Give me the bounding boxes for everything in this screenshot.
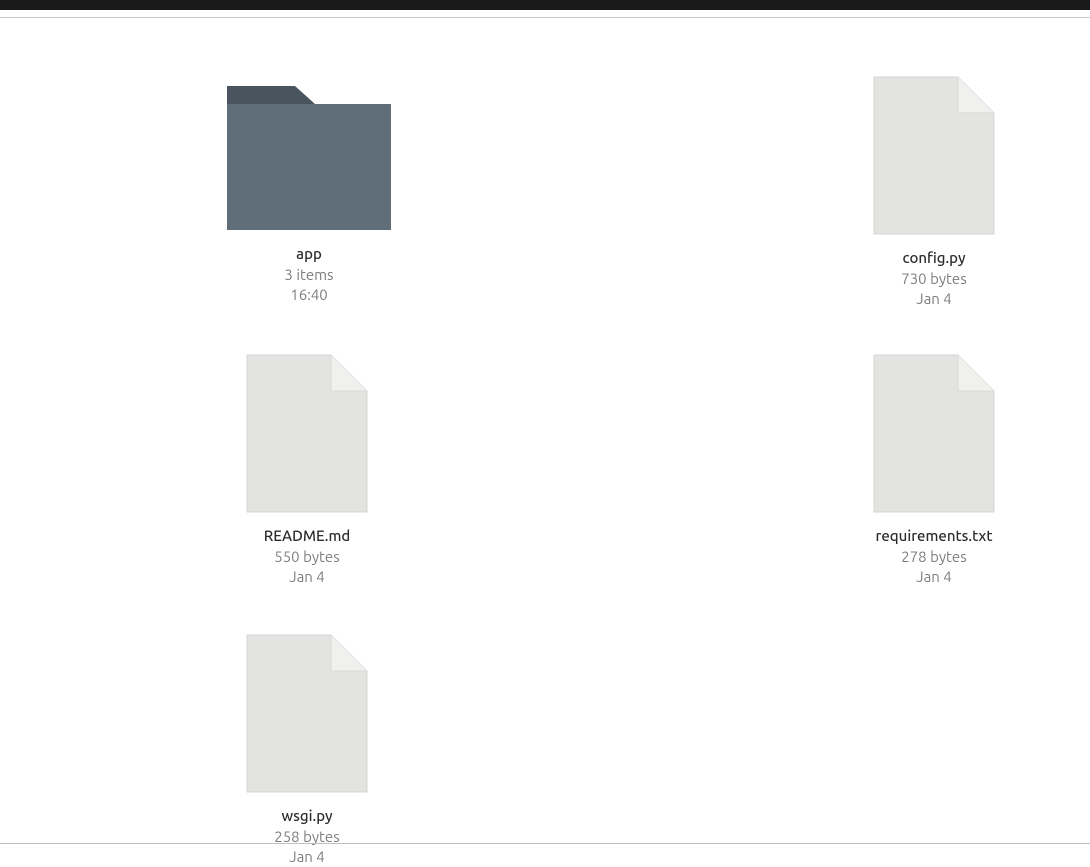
file-item-config[interactable]: config.py 730 bytes Jan 4 [870, 73, 998, 309]
item-name: wsgi.py [281, 806, 332, 826]
item-meta-size: 730 bytes [901, 269, 966, 289]
folder-icon [225, 80, 393, 234]
item-meta-size: 550 bytes [274, 547, 339, 567]
item-name: config.py [902, 248, 965, 268]
file-icon [243, 351, 371, 516]
file-icon [870, 351, 998, 516]
item-meta-date: Jan 4 [916, 289, 952, 309]
item-meta-date: 16:40 [290, 285, 328, 305]
file-item-requirements[interactable]: requirements.txt 278 bytes Jan 4 [870, 351, 998, 587]
file-icon [870, 73, 998, 238]
file-icon [243, 631, 371, 796]
item-meta-date: Jan 4 [916, 567, 952, 587]
file-item-readme[interactable]: README.md 550 bytes Jan 4 [243, 351, 371, 587]
item-meta-size: 3 items [284, 265, 333, 285]
folder-item-app[interactable]: app 3 items 16:40 [225, 80, 393, 305]
top-bar [0, 0, 1090, 10]
item-meta-date: Jan 4 [289, 567, 325, 587]
item-name: app [296, 244, 322, 264]
file-grid: app 3 items 16:40 config.py 730 bytes Ja… [0, 18, 1090, 844]
item-name: README.md [264, 526, 351, 546]
item-meta-size: 278 bytes [901, 547, 966, 567]
item-name: requirements.txt [876, 526, 993, 546]
file-item-wsgi[interactable]: wsgi.py 258 bytes Jan 4 [243, 631, 371, 867]
item-meta-date: Jan 4 [289, 847, 325, 867]
